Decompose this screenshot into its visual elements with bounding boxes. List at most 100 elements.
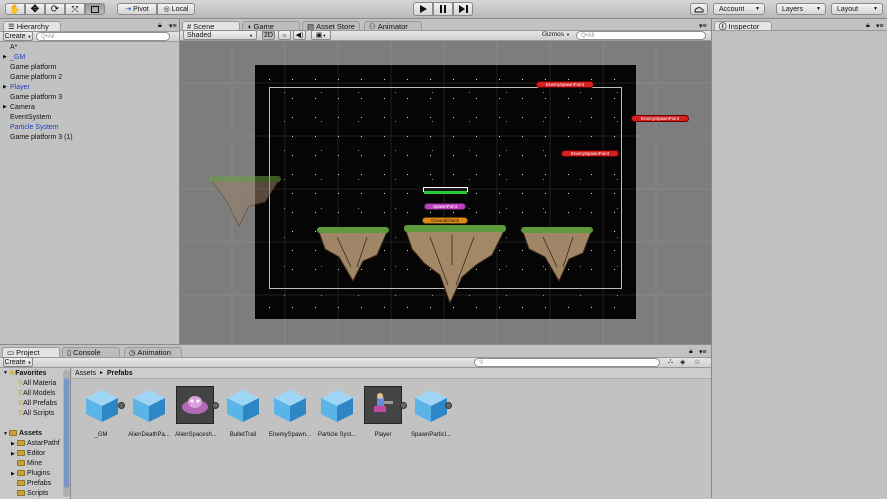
rotate-tool-button[interactable]: ⟳: [45, 3, 65, 15]
console-tab-label: Console: [73, 348, 101, 357]
favorite-item-all-prefabs[interactable]: ⚲All Prefabs: [18, 399, 57, 407]
play-button[interactable]: [413, 2, 433, 16]
favorite-item-all-models[interactable]: ⚲All Models: [18, 389, 55, 397]
hierarchy-item-game-platform-3[interactable]: Game platform 3: [10, 94, 62, 101]
prefab-item-particlesystem[interactable]: Particle Syst...: [315, 386, 365, 446]
lock-icon[interactable]: 🔒︎: [158, 22, 162, 30]
prefab-item-spawnparticles[interactable]: SpawnParticl...: [409, 386, 459, 446]
asset-folder-astarpathfinding[interactable]: AstarPathf: [17, 440, 60, 447]
favorite-star-icon[interactable]: ☆: [694, 358, 700, 366]
panel-menu-icon[interactable]: ▾≡: [699, 348, 707, 356]
dropdown-arrow-icon: ▼: [755, 6, 760, 12]
scale-tool-button[interactable]: ⤧: [65, 3, 85, 15]
tab-project[interactable]: ▭ Project: [2, 347, 60, 357]
tab-hierarchy[interactable]: ☰ Hierarchy: [3, 21, 61, 31]
lighting-toggle[interactable]: ☼: [278, 30, 291, 40]
hierarchy-search-input[interactable]: Q•All: [36, 32, 170, 41]
player-object[interactable]: [423, 187, 468, 197]
lock-icon[interactable]: 🔒︎: [866, 22, 870, 30]
project-search-input[interactable]: ⚲: [474, 358, 660, 367]
audio-toggle[interactable]: ◀): [293, 30, 306, 40]
filter-label-icon[interactable]: ◈: [680, 358, 685, 366]
assets-header[interactable]: Assets: [9, 430, 42, 437]
enemy-spawn-point-label-2[interactable]: EnemySpawnPoint: [631, 115, 689, 122]
prefab-label: BulletTrail: [229, 432, 257, 438]
hierarchy-create-dropdown[interactable]: Create ▼: [3, 31, 33, 41]
enemy-spawn-point-label-3[interactable]: EnemySpawnPoint: [561, 150, 619, 157]
pivot-toggle-button[interactable]: ⇥ Pivot: [117, 3, 157, 15]
prefab-item-aliendeathparticles[interactable]: AlienDeathPa...: [127, 386, 177, 446]
prefab-label: EnemySpawn...: [268, 432, 312, 438]
favorite-item-all-scripts[interactable]: ⚲All Scripts: [18, 409, 54, 417]
expand-arrow-icon[interactable]: [212, 402, 219, 409]
hierarchy-item-eventsystem[interactable]: EventSystem: [10, 114, 51, 121]
filter-type-icon[interactable]: ⛬: [668, 358, 673, 366]
breadcrumb-assets[interactable]: Assets: [75, 370, 96, 377]
hand-tool-button[interactable]: ✋: [5, 3, 25, 15]
enemy-spawn-point-label-1[interactable]: EnemySpawnPoint: [536, 81, 594, 88]
tree-scrollbar-thumb[interactable]: [64, 378, 69, 488]
effects-dropdown[interactable]: ▣ ▼: [311, 30, 331, 40]
hierarchy-item-game-platform[interactable]: Game platform: [10, 64, 56, 71]
prefab-item-player[interactable]: Player: [362, 386, 412, 446]
foldout-arrow-icon[interactable]: ▶: [3, 54, 7, 60]
scene-search-input[interactable]: Q•All: [576, 31, 706, 40]
prefab-item-bullettrail[interactable]: BulletTrail: [221, 386, 271, 446]
speaker-icon: ◀): [295, 32, 304, 39]
breadcrumb-prefabs[interactable]: Prefabs: [107, 370, 133, 377]
project-create-dropdown[interactable]: Create ▼: [3, 357, 33, 367]
hierarchy-item-gm[interactable]: _GM: [10, 54, 25, 61]
account-dropdown[interactable]: Account ▼: [713, 3, 765, 15]
hierarchy-item-camera[interactable]: Camera: [10, 104, 35, 111]
gizmos-dropdown[interactable]: Gizmos ▼: [542, 31, 570, 38]
hierarchy-item-player[interactable]: Player: [10, 84, 30, 91]
move-tool-button[interactable]: ✥: [25, 3, 45, 15]
mode-2d-toggle[interactable]: 2D: [262, 30, 275, 40]
tab-animation[interactable]: ◷ Animation: [124, 347, 182, 357]
cloud-button[interactable]: [690, 3, 708, 15]
foldout-arrow-icon[interactable]: ▶: [11, 471, 15, 477]
asset-folder-editor[interactable]: Editor: [17, 450, 45, 457]
step-button[interactable]: [453, 2, 473, 16]
expand-arrow-icon[interactable]: [445, 402, 452, 409]
prefab-item-enemyspawnpoint[interactable]: EnemySpawn...: [268, 386, 318, 446]
foldout-arrow-icon[interactable]: ▶: [11, 451, 15, 457]
foldout-arrow-icon[interactable]: ▼: [3, 370, 8, 376]
prefab-item-gm[interactable]: _GM: [80, 386, 130, 446]
favorites-header[interactable]: ★Favorites: [9, 369, 46, 377]
tab-console[interactable]: ▯ Console: [62, 347, 120, 357]
lock-icon[interactable]: 🔒︎: [689, 348, 693, 356]
ground-check-label[interactable]: GroundCheck: [422, 217, 468, 224]
asset-folder-scripts[interactable]: Scripts: [17, 490, 48, 497]
rect-tool-button[interactable]: [85, 3, 105, 15]
panel-menu-icon[interactable]: ▾≡: [169, 22, 177, 30]
asset-folder-mine[interactable]: Mine: [17, 460, 42, 467]
folder-icon: [17, 490, 25, 497]
local-toggle-button[interactable]: ◎ Local: [157, 3, 195, 15]
hierarchy-item-game-platform-3-1[interactable]: Game platform 3 (1): [10, 134, 73, 141]
favorite-item-all-materials[interactable]: ⚲All Materia: [18, 379, 56, 387]
prefab-item-alienspaceship[interactable]: AlienSpacesh...: [174, 386, 224, 446]
tree-scrollbar[interactable]: [63, 370, 70, 497]
foldout-arrow-icon[interactable]: ▶: [11, 441, 15, 447]
foldout-arrow-icon[interactable]: ▶: [3, 104, 7, 110]
expand-arrow-icon[interactable]: [118, 402, 125, 409]
panel-menu-icon[interactable]: ▾≡: [876, 22, 884, 30]
rect-icon: [91, 5, 99, 13]
scene-viewport[interactable]: EnemySpawnPoint EnemySpawnPoint EnemySpa…: [180, 41, 711, 344]
pause-button[interactable]: [433, 2, 453, 16]
layout-dropdown[interactable]: Layout ▼: [831, 3, 883, 15]
foldout-arrow-icon[interactable]: ▼: [3, 431, 8, 437]
scene-name[interactable]: A*: [10, 44, 17, 51]
spawn-point-label[interactable]: SpawnPoint: [424, 203, 466, 210]
expand-arrow-icon[interactable]: [400, 402, 407, 409]
hierarchy-item-particle-system[interactable]: Particle System: [10, 124, 59, 131]
panel-menu-icon[interactable]: ▾≡: [699, 22, 707, 30]
foldout-arrow-icon[interactable]: ▶: [3, 84, 7, 90]
layers-dropdown[interactable]: Layers ▼: [776, 3, 826, 15]
asset-folder-prefabs[interactable]: Prefabs: [17, 480, 51, 487]
shading-dropdown[interactable]: Shaded ▼: [183, 30, 257, 40]
create-label: Create: [4, 32, 26, 40]
asset-folder-plugins[interactable]: Plugins: [17, 470, 50, 477]
hierarchy-item-game-platform-2[interactable]: Game platform 2: [10, 74, 62, 81]
